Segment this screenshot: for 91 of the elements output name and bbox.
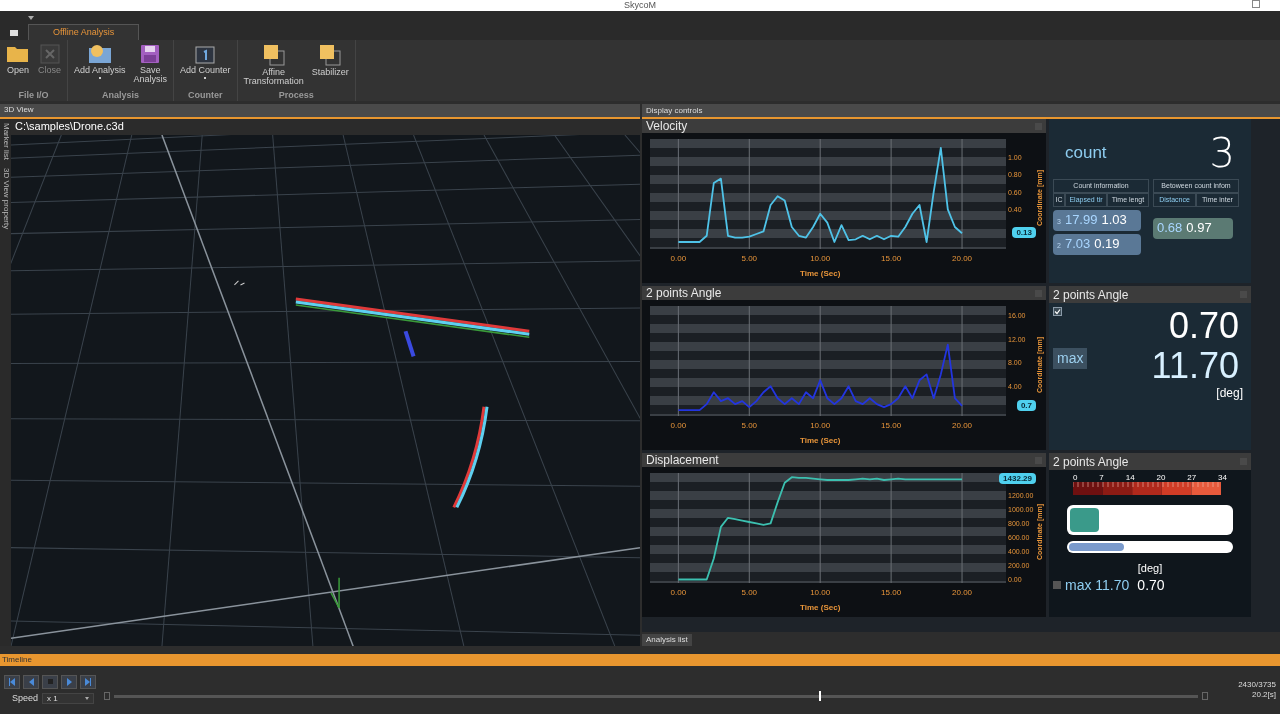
- scale-label: 0: [1073, 474, 1078, 482]
- distance-value: 0.68: [1157, 219, 1183, 237]
- layers-icon: [262, 44, 285, 66]
- count-value: 3: [1209, 133, 1235, 173]
- gauge-value: 0.70: [1137, 578, 1165, 592]
- tick-label: 20.00: [952, 588, 973, 597]
- max-value: 11.70: [1151, 348, 1239, 384]
- close-icon: [39, 44, 60, 64]
- stop-button[interactable]: [42, 674, 58, 689]
- ribbon-button[interactable]: Add Counter: [178, 44, 233, 79]
- between-row[interactable]: 0.68 0.97: [1153, 218, 1233, 239]
- scale-label: 34: [1218, 474, 1227, 482]
- side-tab[interactable]: 3D View property: [1, 167, 10, 229]
- axis-title: Time (Sec): [800, 603, 841, 612]
- panel-title: 2 points Angle: [1053, 455, 1129, 468]
- scale-label: 20: [1156, 474, 1166, 482]
- previous-button[interactable]: [23, 674, 39, 689]
- ribbon-tab[interactable]: Offline Analysis: [28, 24, 140, 40]
- ribbon-button[interactable]: Add Analysis: [72, 44, 128, 79]
- length-value: 0.19: [1094, 235, 1120, 253]
- minus-button[interactable]: [104, 692, 110, 700]
- tick-label: 15.00: [881, 421, 902, 430]
- ribbon-button[interactable]: Save Analysis: [131, 44, 170, 84]
- group-label: Analysis: [101, 89, 141, 101]
- tick-label: 20.00: [952, 254, 973, 263]
- tick-label: 5.00: [741, 421, 758, 430]
- counter-label: count: [1065, 142, 1107, 165]
- slider-thumb[interactable]: [818, 690, 821, 701]
- panel-title: 3D View: [4, 106, 34, 115]
- tick-label: 10.00: [810, 421, 831, 430]
- layers-icon: [319, 44, 342, 66]
- tick-label: 15.00: [881, 588, 902, 597]
- length-value: 1.03: [1101, 211, 1127, 229]
- ribbon-button[interactable]: Open: [4, 44, 32, 75]
- tick-label: 20.00: [952, 421, 973, 430]
- calendar-icon: [195, 44, 216, 64]
- frame-counter: 2430/3735: [1238, 680, 1276, 690]
- group-label: Process: [277, 89, 315, 101]
- angle-value: 0.70: [1168, 308, 1239, 344]
- first-button[interactable]: [4, 674, 20, 689]
- plus-button[interactable]: [1202, 692, 1208, 700]
- save-icon: [140, 44, 161, 64]
- ribbon-button[interactable]: Affine Transformation: [241, 44, 306, 86]
- panel-title: Timeline: [2, 656, 32, 664]
- time-readout: 20.2[s]: [1252, 690, 1276, 700]
- speed-select[interactable]: x 1: [42, 693, 95, 704]
- tick-label: 5.00: [741, 588, 758, 597]
- side-tab[interactable]: Marker list: [1, 122, 10, 160]
- image-icon: [87, 44, 112, 64]
- quick-access-icon[interactable]: [28, 15, 34, 20]
- elapsed-value: 7.03: [1064, 235, 1091, 253]
- bottom-tab[interactable]: Analysis list: [642, 634, 692, 646]
- group-label: File I/O: [17, 89, 50, 101]
- group-label: Counter: [187, 89, 224, 101]
- scale-label: 14: [1125, 474, 1135, 482]
- elapsed-value: 17.99: [1064, 211, 1098, 229]
- panel-title: 2 points Angle: [1053, 288, 1129, 301]
- tick-label: 10.00: [810, 254, 831, 263]
- ribbon-button[interactable]: Stabilizer: [309, 44, 351, 77]
- value-badge: 0.7: [1016, 399, 1036, 411]
- file-path: C:\samples\Drone.c3d: [15, 121, 124, 133]
- panel-title: 2 points Angle: [646, 287, 722, 299]
- panel-title: Displacement: [646, 454, 719, 466]
- scale-label: 7: [1099, 474, 1104, 482]
- unit-label: [deg]: [1137, 563, 1163, 574]
- interval-value: 0.97: [1186, 219, 1212, 237]
- speed-label: Speed: [12, 691, 39, 705]
- legend-square-icon: [1053, 581, 1061, 589]
- tick-label: 15.00: [881, 254, 902, 263]
- unit-label: [deg]: [1216, 385, 1244, 402]
- next-button[interactable]: [61, 674, 77, 689]
- last-button[interactable]: [80, 674, 96, 689]
- tick-label: 0.00: [670, 421, 687, 430]
- axis-title: Time (Sec): [800, 436, 841, 445]
- tick-label: 0.00: [670, 588, 687, 597]
- max-text: max 11.70: [1065, 578, 1130, 592]
- value-badge: 0.13: [1012, 227, 1036, 239]
- scale-label: 27: [1187, 474, 1197, 482]
- window-title: SkycoM: [624, 1, 656, 10]
- tick-label: 10.00: [810, 588, 831, 597]
- panel-title: Velocity: [646, 120, 688, 132]
- panel-title: Display controls: [646, 106, 703, 115]
- max-label: max: [1053, 348, 1088, 369]
- checkbox[interactable]: [1053, 307, 1062, 316]
- tick-label: 0.00: [670, 254, 687, 263]
- value-badge: 1432.29: [999, 473, 1036, 485]
- folder-icon: [6, 44, 30, 64]
- axis-title: Time (Sec): [800, 269, 841, 278]
- slider-track[interactable]: [114, 694, 1198, 698]
- tick-label: 5.00: [741, 254, 758, 263]
- close-window-icon[interactable]: [1252, 0, 1260, 8]
